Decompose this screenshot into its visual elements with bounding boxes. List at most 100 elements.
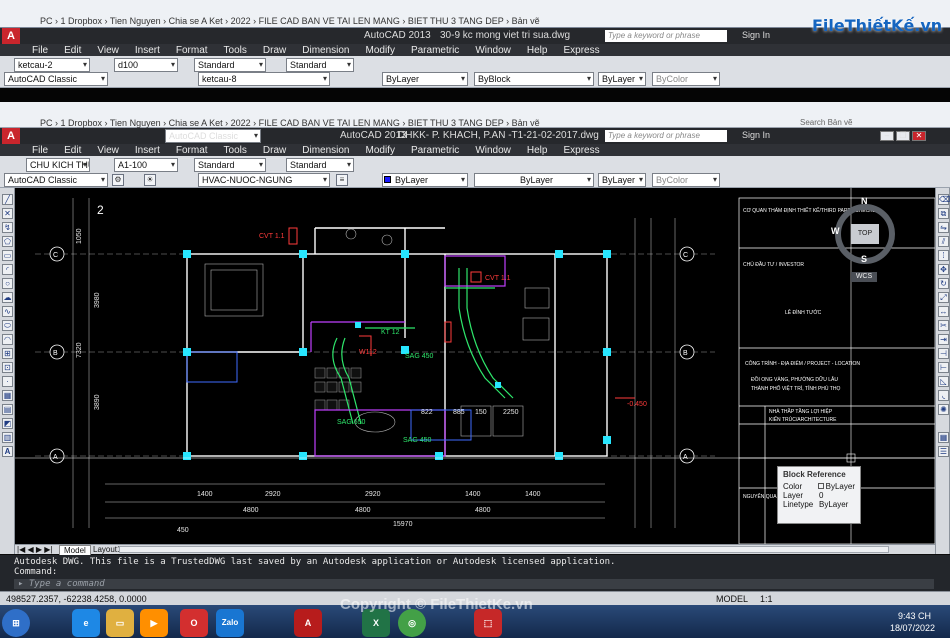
mtext-icon[interactable]: A bbox=[2, 446, 13, 457]
back-plotstyle-combo[interactable]: ByColor bbox=[652, 72, 720, 86]
layer-properties-icon[interactable]: ≡ bbox=[336, 174, 348, 186]
explode-icon[interactable]: ✺ bbox=[938, 404, 949, 415]
front-sign-in[interactable]: Sign In bbox=[742, 130, 770, 140]
autocad-logo-icon[interactable]: A bbox=[2, 28, 20, 44]
front-breadcrumb[interactable]: PC › 1 Dropbox › Tien Nguyen › Chia se A… bbox=[40, 118, 640, 128]
spline-icon[interactable]: ∿ bbox=[2, 306, 13, 317]
back-style-combo[interactable]: ketcau-2 bbox=[14, 58, 90, 72]
autocad-logo-icon[interactable]: A bbox=[2, 128, 20, 144]
viewcube-south[interactable]: S bbox=[861, 254, 867, 264]
break-icon[interactable]: ⊣ bbox=[938, 348, 949, 359]
stretch-icon[interactable]: ↔ bbox=[938, 306, 949, 317]
front-layer-combo[interactable]: HVAC-NUOC-NGUNG bbox=[198, 173, 330, 187]
point-icon[interactable]: · bbox=[2, 376, 13, 387]
ellipse-arc-icon[interactable]: ◠ bbox=[2, 334, 13, 345]
back-linetype-combo[interactable]: ByBlock bbox=[474, 72, 594, 86]
excel-icon[interactable]: X bbox=[362, 609, 390, 637]
line-icon[interactable]: ╱ bbox=[2, 194, 13, 205]
front-lineweight-combo[interactable]: ByLayer bbox=[598, 173, 646, 187]
back-layer-combo[interactable]: ketcau-8 bbox=[198, 72, 330, 86]
construction-line-icon[interactable]: ✕ bbox=[2, 208, 13, 219]
restore-button[interactable]: ❐ bbox=[896, 131, 910, 141]
layer-state-icon[interactable]: ☀ bbox=[144, 174, 156, 186]
array-icon[interactable]: ⁞ bbox=[938, 250, 949, 261]
model-space-toggle[interactable]: MODEL bbox=[716, 594, 748, 604]
ellipse-icon[interactable]: ⬭ bbox=[2, 320, 13, 331]
hatch-icon[interactable]: ▦ bbox=[2, 390, 13, 401]
front-style-combo[interactable]: CHU KICH THU bbox=[26, 158, 90, 172]
annotation-scale[interactable]: 1:1 bbox=[760, 594, 773, 604]
revcloud-icon[interactable]: ☁ bbox=[2, 292, 13, 303]
front-explorer-search[interactable]: Search Bản vẽ bbox=[800, 118, 920, 128]
extend-icon[interactable]: ⇥ bbox=[938, 334, 949, 345]
rotate-icon[interactable]: ↻ bbox=[938, 278, 949, 289]
arc-icon[interactable]: ◜ bbox=[2, 264, 13, 275]
start-button-icon[interactable]: ⊞ bbox=[2, 609, 30, 637]
opera-icon[interactable]: O bbox=[180, 609, 208, 637]
clock-time[interactable]: 9:43 CH bbox=[898, 611, 931, 621]
back-breadcrumb[interactable]: PC › 1 Dropbox › Tien Nguyen › Chia se A… bbox=[40, 16, 640, 28]
front-linetype-combo[interactable]: ByLayer bbox=[474, 173, 594, 187]
back-workspace-combo[interactable]: AutoCAD Classic bbox=[4, 72, 108, 86]
chamfer-icon[interactable]: ◺ bbox=[938, 376, 949, 387]
horizontal-scrollbar[interactable] bbox=[119, 546, 889, 553]
ie-icon[interactable]: e bbox=[72, 609, 100, 637]
front-plotstyle-combo[interactable]: ByColor bbox=[652, 173, 720, 187]
clock-date[interactable]: 18/07/2022 bbox=[890, 623, 935, 633]
properties-icon[interactable]: ☰ bbox=[938, 446, 949, 457]
back-text-style-combo[interactable]: Standard bbox=[194, 58, 266, 72]
gradient-icon[interactable]: ▤ bbox=[2, 404, 13, 415]
tab-nav-arrows[interactable]: |◀ ◀ ▶ ▶| bbox=[17, 545, 52, 554]
scale-icon[interactable]: ⤢ bbox=[938, 292, 949, 303]
workspace-settings-icon[interactable]: ⚙ bbox=[112, 174, 124, 186]
viewcube-north[interactable]: N bbox=[861, 196, 868, 206]
fillet-icon[interactable]: ◟ bbox=[938, 390, 949, 401]
bottom-dim-small: 450 bbox=[177, 527, 189, 534]
front-text-style-combo[interactable]: Standard bbox=[194, 158, 266, 172]
chrome-icon[interactable]: ◎ bbox=[398, 609, 426, 637]
sheet-number: 2 bbox=[97, 203, 104, 217]
back-color-combo[interactable]: ByLayer bbox=[382, 72, 468, 86]
offset-icon[interactable]: ⫽ bbox=[938, 236, 949, 247]
front-doc-title: DHKK- P. KHACH, P.AN -T1-21-02-2017.dwg bbox=[398, 130, 599, 141]
polyline-icon[interactable]: ↯ bbox=[2, 222, 13, 233]
close-button[interactable]: ✕ bbox=[912, 131, 926, 141]
autocad-task-icon[interactable]: A bbox=[294, 609, 322, 637]
copy-icon[interactable]: ⧉ bbox=[938, 208, 949, 219]
front-search-input[interactable]: Type a keyword or phrase bbox=[605, 130, 727, 142]
erase-icon[interactable]: ⌫ bbox=[938, 194, 950, 205]
front-workspace-combo[interactable]: AutoCAD Classic bbox=[4, 173, 108, 187]
wcs-menu[interactable]: WCS bbox=[851, 272, 877, 282]
insert-block-icon[interactable]: ⊞ bbox=[2, 348, 13, 359]
grid-label-c-right: C bbox=[683, 252, 688, 259]
back-search-input[interactable]: Type a keyword or phrase bbox=[605, 30, 727, 42]
minimize-button[interactable]: – bbox=[880, 131, 894, 141]
join-icon[interactable]: ⊢ bbox=[938, 362, 949, 373]
pdf-icon[interactable]: ⬚ bbox=[474, 609, 502, 637]
polygon-icon[interactable]: ⬠ bbox=[2, 236, 13, 247]
move-icon[interactable]: ✥ bbox=[938, 264, 949, 275]
explorer-icon[interactable]: ▭ bbox=[106, 609, 134, 637]
front-color-combo[interactable]: ByLayer bbox=[382, 173, 468, 187]
back-dim-combo[interactable]: d100 bbox=[114, 58, 178, 72]
front-workspace-quick-combo[interactable]: AutoCAD Classic bbox=[165, 129, 261, 143]
make-block-icon[interactable]: ⊡ bbox=[2, 362, 13, 373]
zalo-icon[interactable]: Zalo bbox=[216, 609, 244, 637]
table-icon[interactable]: ▥ bbox=[2, 432, 13, 443]
viewcube-west[interactable]: W bbox=[831, 226, 840, 236]
back-lineweight-combo[interactable]: ByLayer bbox=[598, 72, 646, 86]
drawing-canvas[interactable]: C B A C B A 2 1050 3980 7320 3890 1400 2… bbox=[15, 188, 935, 544]
mirror-icon[interactable]: ⇋ bbox=[938, 222, 949, 233]
back-table-style-combo[interactable]: Standard bbox=[286, 58, 354, 72]
front-dim-combo[interactable]: A1-100 bbox=[114, 158, 178, 172]
circle-icon[interactable]: ○ bbox=[2, 278, 13, 289]
trim-icon[interactable]: ✂ bbox=[938, 320, 949, 331]
front-table-style-combo[interactable]: Standard bbox=[286, 158, 354, 172]
rectangle-icon[interactable]: ▭ bbox=[2, 250, 13, 261]
viewcube-top-face[interactable]: TOP bbox=[851, 224, 879, 244]
region-icon[interactable]: ◩ bbox=[2, 418, 13, 429]
command-input[interactable]: ▸ Type a command bbox=[14, 579, 934, 589]
back-sign-in[interactable]: Sign In bbox=[742, 30, 770, 40]
media-icon[interactable]: ▶ bbox=[140, 609, 168, 637]
hatch-edit-icon[interactable]: ▦ bbox=[938, 432, 949, 443]
